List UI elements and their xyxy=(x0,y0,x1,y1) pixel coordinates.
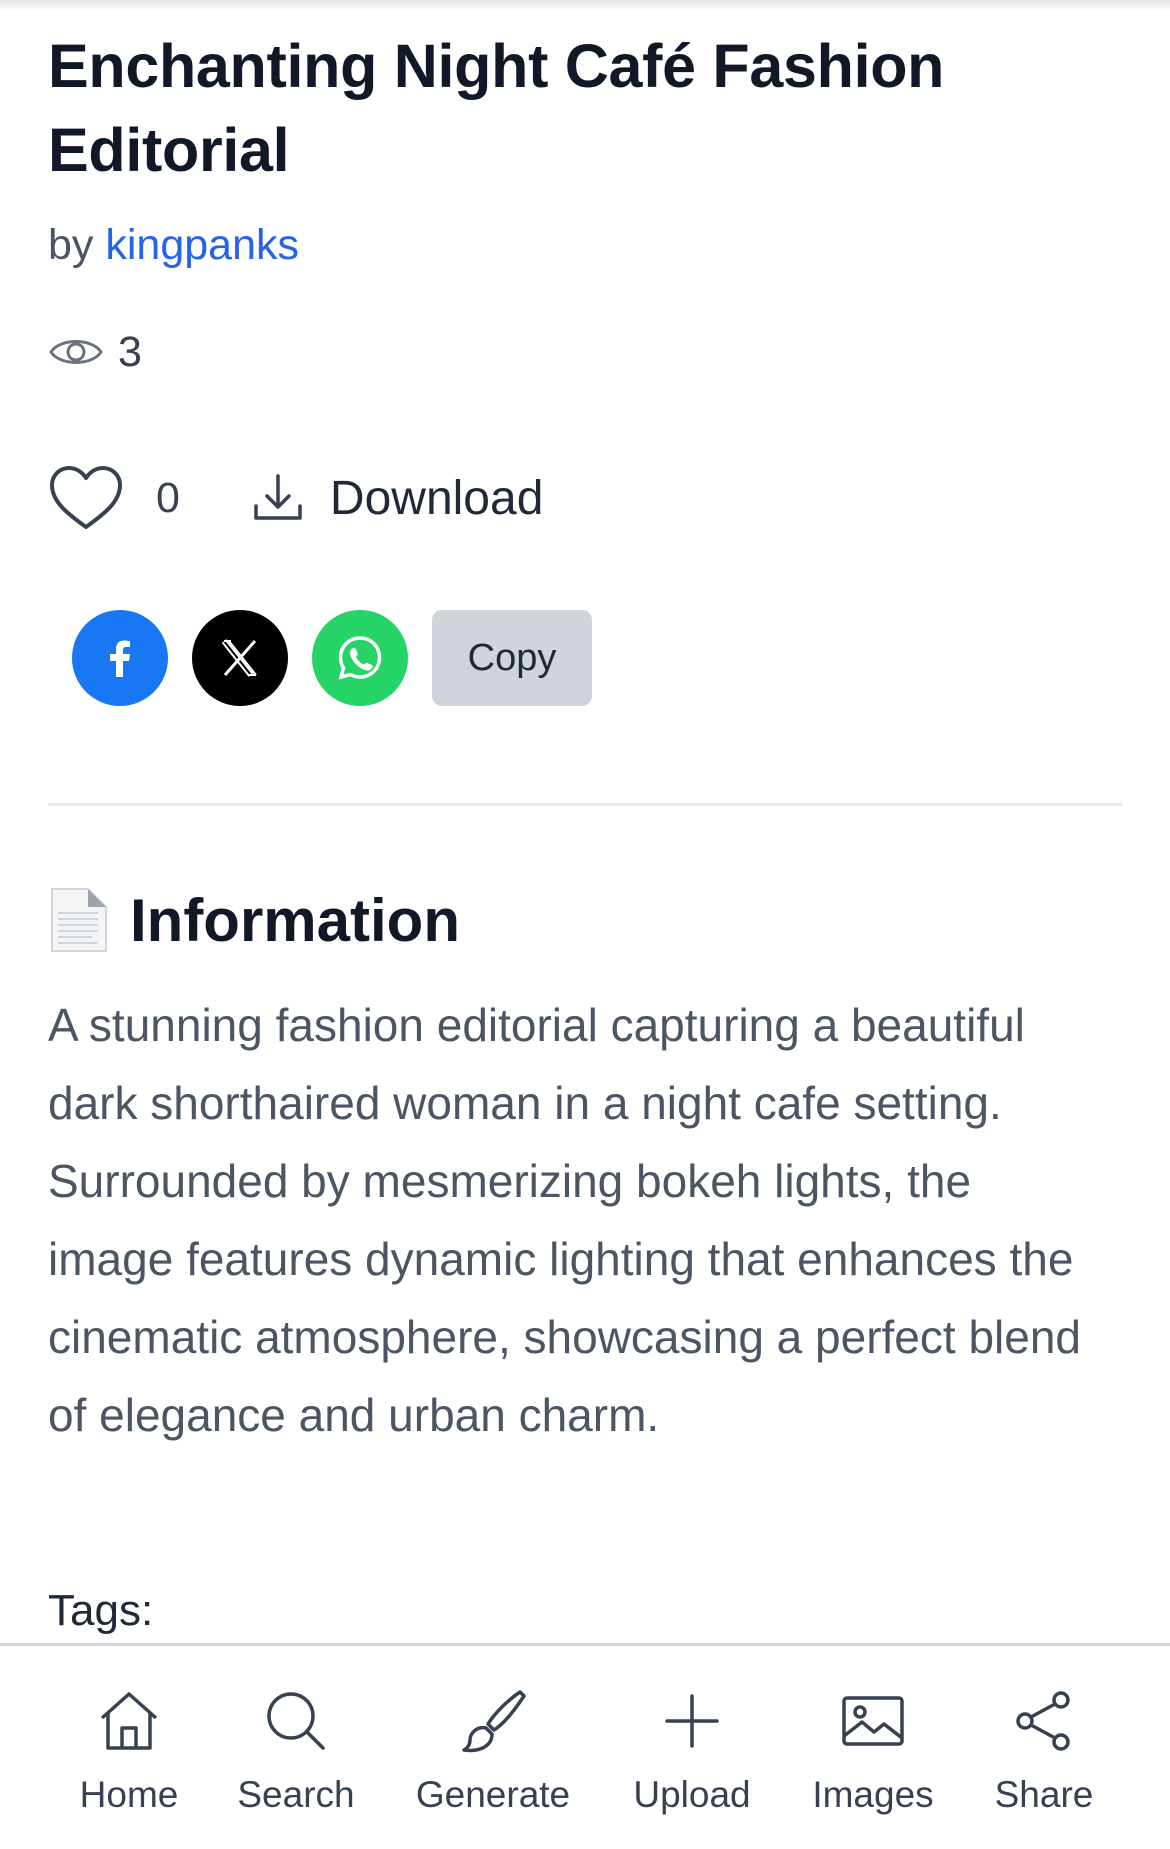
brush-icon xyxy=(462,1690,526,1753)
download-icon xyxy=(254,474,302,520)
author-link[interactable]: kingpanks xyxy=(105,221,299,269)
search-icon xyxy=(267,1692,325,1750)
nav-label-search: Search xyxy=(237,1774,355,1815)
page-title: Enchanting Night Café Fashion Editorial xyxy=(48,32,945,184)
post-actions: 0 Download xyxy=(48,458,543,538)
x-logo-icon xyxy=(221,639,257,677)
copy-link-button[interactable]: Copy xyxy=(432,610,592,706)
nav-label-share: Share xyxy=(994,1774,1094,1815)
eye-icon xyxy=(49,340,103,364)
whatsapp-share-button[interactable] xyxy=(312,610,408,706)
view-count-value: 3 xyxy=(118,327,142,376)
download-button[interactable]: Download xyxy=(250,470,543,526)
heart-icon xyxy=(50,466,122,529)
nav-label-upload: Upload xyxy=(633,1774,751,1815)
share-buttons: Copy xyxy=(72,610,592,706)
nav-item-home[interactable]: Home xyxy=(44,1686,214,1816)
nav-item-upload[interactable]: Upload xyxy=(607,1686,777,1816)
nav-label-home: Home xyxy=(79,1774,179,1815)
nav-label-images: Images xyxy=(812,1774,934,1815)
section-divider xyxy=(48,803,1122,806)
whatsapp-icon xyxy=(338,636,382,680)
share-icon xyxy=(1016,1691,1070,1751)
like-count: 0 xyxy=(156,473,180,522)
facebook-share-button[interactable] xyxy=(72,610,168,706)
view-count: 3 xyxy=(48,325,142,379)
byline: by kingpanks xyxy=(48,218,299,272)
nav-item-images[interactable]: Images xyxy=(788,1686,958,1816)
like-button[interactable]: 0 xyxy=(48,464,180,532)
top-shadow xyxy=(0,0,1170,12)
plus-icon xyxy=(665,1694,719,1748)
nav-label-generate: Generate xyxy=(415,1774,571,1815)
information-heading: Information xyxy=(48,880,460,960)
image-icon xyxy=(842,1696,904,1746)
document-icon xyxy=(51,888,107,952)
bottom-navigation: Home Search Generate Upload Images Share xyxy=(0,1643,1170,1849)
tags-label: Tags: xyxy=(48,1586,154,1635)
by-label: by xyxy=(48,221,94,269)
post-description: A stunning fashion editorial capturing a… xyxy=(48,999,1082,1441)
home-icon xyxy=(100,1692,158,1750)
nav-item-share[interactable]: Share xyxy=(959,1686,1129,1816)
nav-item-search[interactable]: Search xyxy=(211,1686,381,1816)
information-title: Information xyxy=(130,886,460,954)
download-label: Download xyxy=(329,471,544,525)
nav-item-generate[interactable]: Generate xyxy=(408,1686,578,1816)
x-share-button[interactable] xyxy=(192,610,288,706)
facebook-icon xyxy=(110,640,130,677)
